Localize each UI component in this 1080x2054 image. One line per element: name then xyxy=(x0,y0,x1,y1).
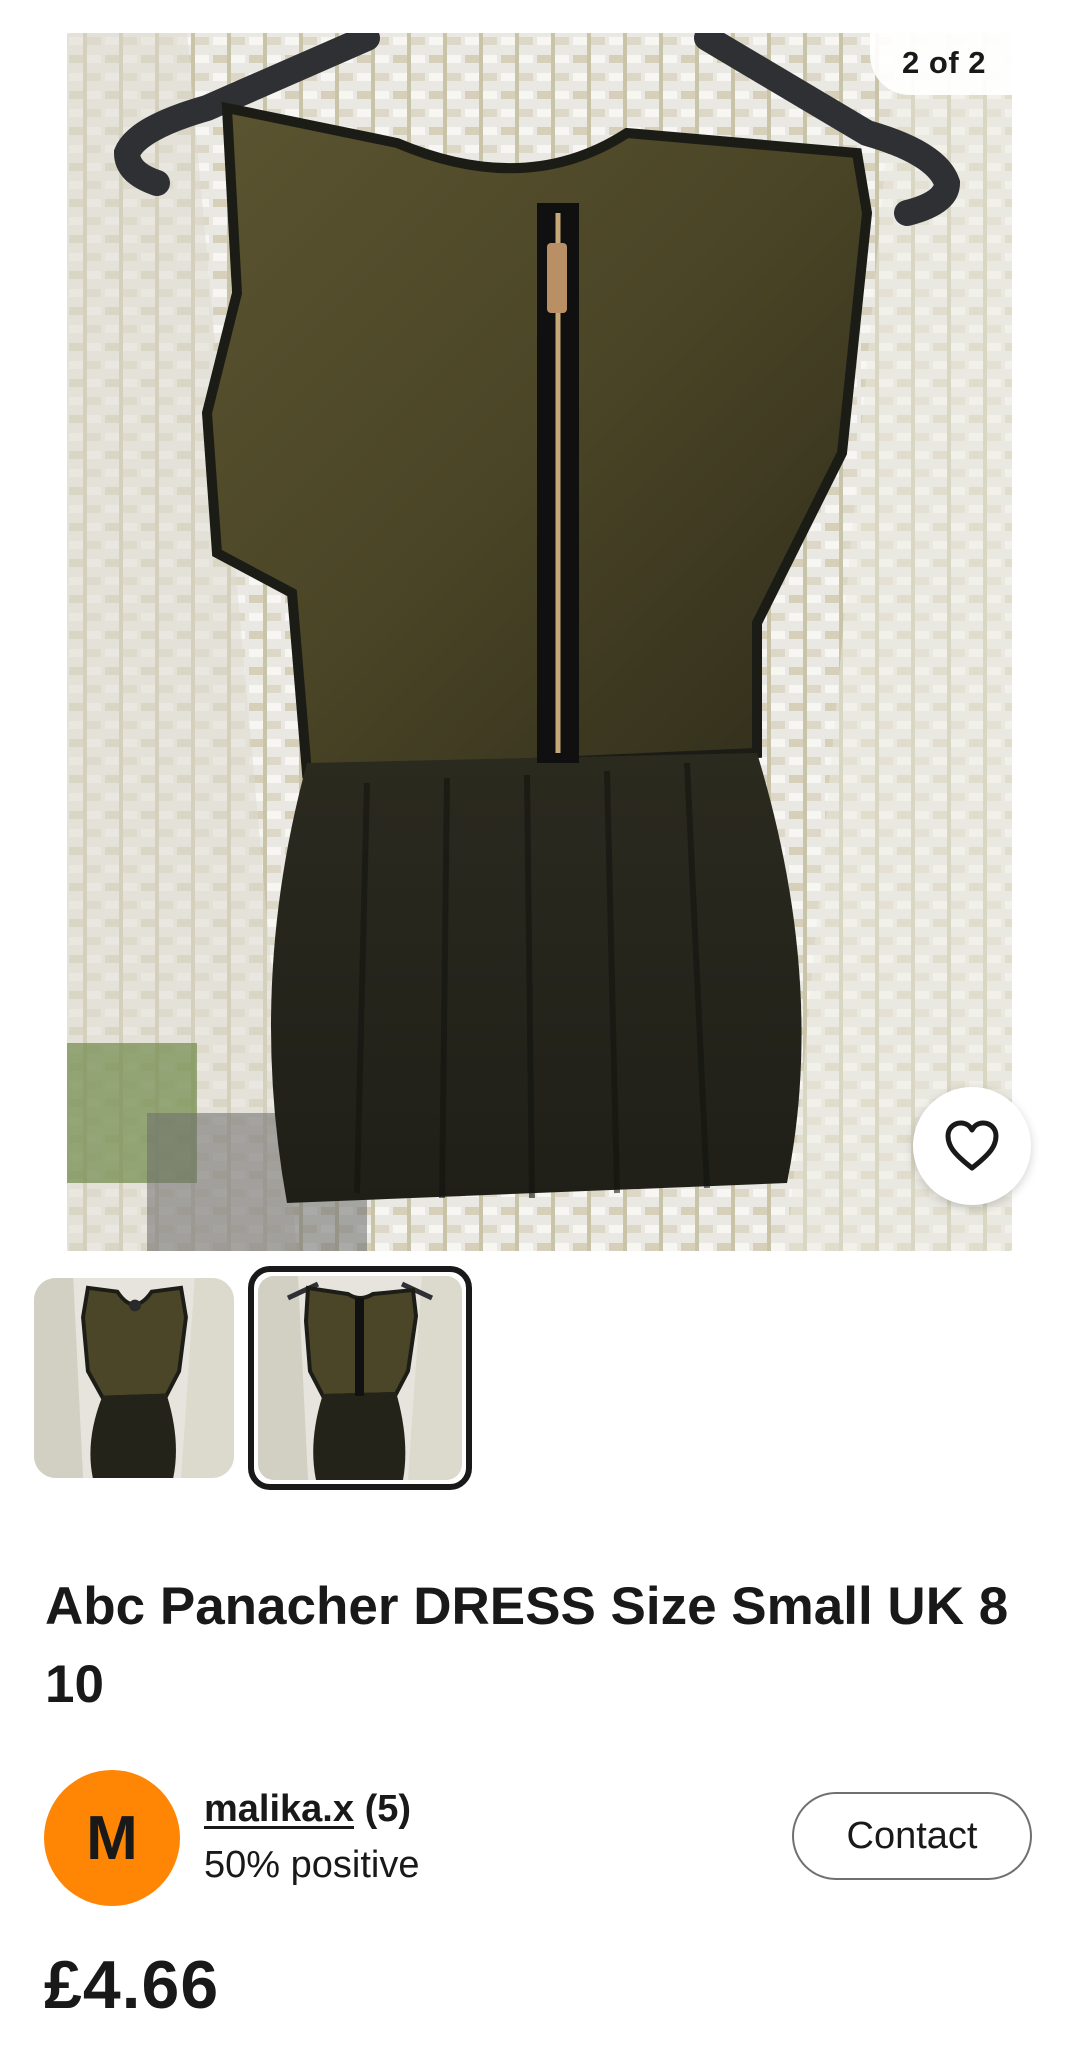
dress-front-thumbnail xyxy=(34,1278,234,1478)
seller-info: M malika.x (5) 50% positive Contact xyxy=(44,1770,1044,1906)
seller-feedback-count: (5) xyxy=(364,1788,412,1830)
seller-name-row: malika.x (5) xyxy=(204,1788,411,1831)
image-counter: 2 of 2 xyxy=(870,33,1012,95)
listing-price: £4.66 xyxy=(44,1947,220,2023)
seller-avatar[interactable]: M xyxy=(44,1770,180,1906)
thumbnail-strip xyxy=(32,1266,472,1490)
heart-outline-icon xyxy=(945,1120,999,1171)
seller-avatar-letter: M xyxy=(86,1803,138,1873)
listing-title: Abc Panacher DRESS Size Small UK 8 10 xyxy=(45,1577,1009,1714)
dress-back-photo xyxy=(67,33,1012,1251)
main-product-image[interactable]: 2 of 2 xyxy=(67,33,1012,1251)
contact-button-label: Contact xyxy=(846,1814,978,1857)
dress-back-thumbnail xyxy=(258,1276,462,1480)
add-to-watchlist-button[interactable] xyxy=(913,1087,1031,1205)
seller-username-link[interactable]: malika.x xyxy=(204,1788,354,1830)
thumbnail-2[interactable] xyxy=(248,1266,472,1490)
contact-seller-button[interactable]: Contact xyxy=(792,1792,1032,1880)
thumbnail-1[interactable] xyxy=(32,1276,236,1480)
seller-positive-feedback: 50% positive xyxy=(204,1844,420,1886)
